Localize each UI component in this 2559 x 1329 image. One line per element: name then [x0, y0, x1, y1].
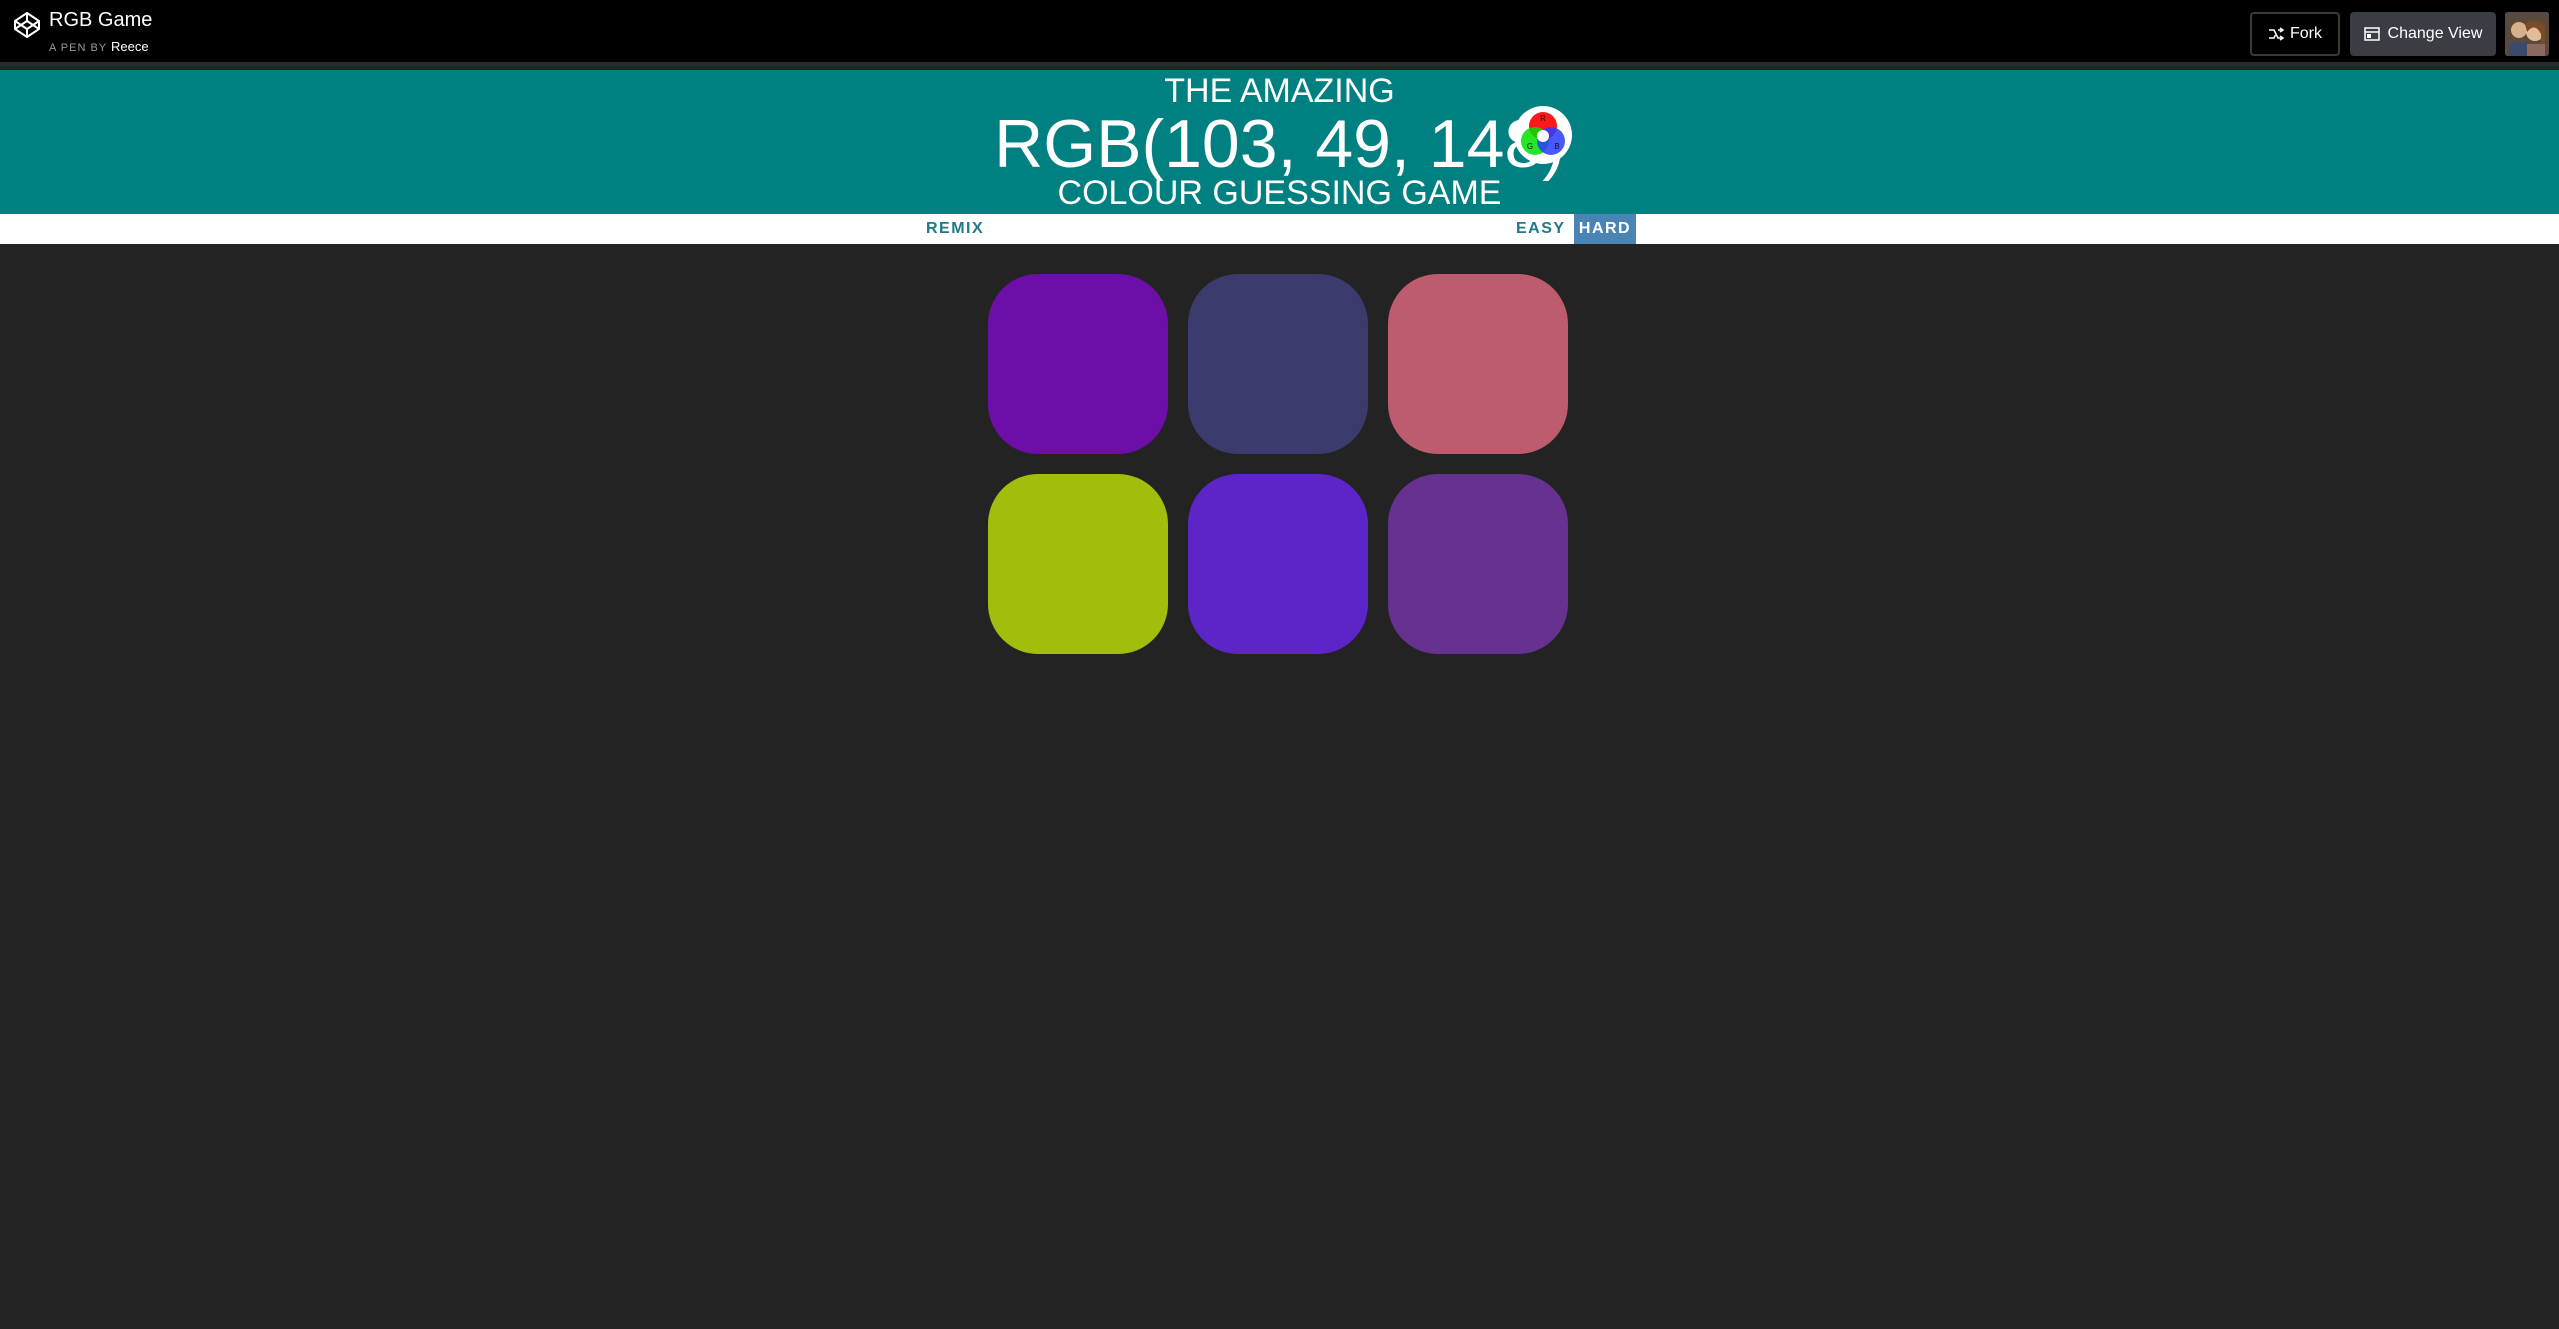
color-square[interactable]: [1188, 474, 1368, 654]
color-square[interactable]: [1188, 274, 1368, 454]
user-avatar[interactable]: [2505, 12, 2549, 56]
fork-icon: [2269, 27, 2284, 41]
wheel-letter-g: G: [1527, 142, 1533, 151]
easy-mode-button[interactable]: EASY: [1508, 214, 1574, 244]
change-view-button[interactable]: Change View: [2350, 12, 2496, 56]
squares-grid: [988, 274, 1570, 654]
fork-label: Fork: [2290, 25, 2322, 42]
rgb-color-wheel-icon: R G B: [1514, 106, 1572, 164]
codepen-logo-icon[interactable]: [12, 10, 42, 40]
wheel-letter-b: B: [1554, 142, 1559, 151]
fork-button[interactable]: Fork: [2250, 12, 2340, 56]
remix-button[interactable]: REMIX: [918, 214, 992, 244]
color-square[interactable]: [1388, 474, 1568, 654]
pen-author-link[interactable]: Reece: [111, 39, 149, 54]
menu-stripe: REMIX EASY HARD: [0, 214, 2559, 244]
codepen-topbar: RGB Game A PEN BY Reece Fork Change View: [0, 0, 2559, 66]
color-square[interactable]: [988, 274, 1168, 454]
pen-by-prefix: A PEN BY: [49, 42, 107, 54]
color-square[interactable]: [988, 474, 1168, 654]
color-square[interactable]: [1388, 274, 1568, 454]
layout-icon: [2363, 27, 2380, 41]
pen-byline: A PEN BY Reece: [49, 39, 149, 54]
wheel-letter-r: R: [1540, 114, 1546, 123]
avatar-image: [2505, 12, 2549, 56]
game-header: THE AMAZING RGB(103, 49, 148) COLOUR GUE…: [0, 70, 2559, 214]
pen-title[interactable]: RGB Game: [49, 9, 152, 32]
hard-mode-button[interactable]: HARD: [1574, 214, 1636, 244]
change-view-label: Change View: [2387, 25, 2483, 42]
header-subtitle-bottom: COLOUR GUESSING GAME: [1057, 174, 1502, 212]
